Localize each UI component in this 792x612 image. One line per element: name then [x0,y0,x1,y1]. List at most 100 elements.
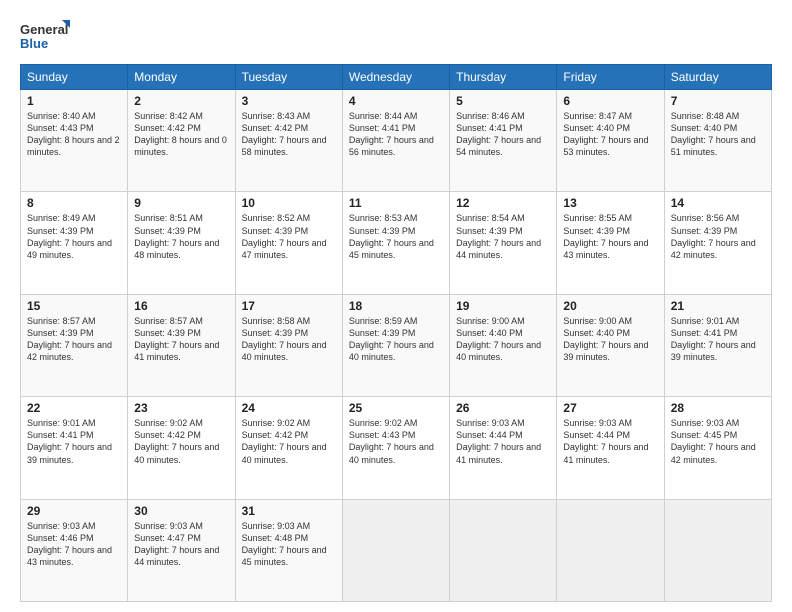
day-number: 10 [242,196,336,210]
day-number: 13 [563,196,657,210]
day-number: 6 [563,94,657,108]
day-info: Sunrise: 8:40 AM Sunset: 4:43 PM Dayligh… [27,110,121,159]
header-sunday: Sunday [21,65,128,90]
day-cell: 27 Sunrise: 9:03 AM Sunset: 4:44 PM Dayl… [557,397,664,499]
day-cell: 4 Sunrise: 8:44 AM Sunset: 4:41 PM Dayli… [342,90,449,192]
week-row-1: 1 Sunrise: 8:40 AM Sunset: 4:43 PM Dayli… [21,90,772,192]
day-number: 17 [242,299,336,313]
header-monday: Monday [128,65,235,90]
week-row-5: 29 Sunrise: 9:03 AM Sunset: 4:46 PM Dayl… [21,499,772,601]
header-tuesday: Tuesday [235,65,342,90]
day-cell: 17 Sunrise: 8:58 AM Sunset: 4:39 PM Dayl… [235,294,342,396]
day-cell: 6 Sunrise: 8:47 AM Sunset: 4:40 PM Dayli… [557,90,664,192]
header-wednesday: Wednesday [342,65,449,90]
day-number: 31 [242,504,336,518]
day-number: 16 [134,299,228,313]
day-info: Sunrise: 9:01 AM Sunset: 4:41 PM Dayligh… [671,315,765,364]
day-info: Sunrise: 9:01 AM Sunset: 4:41 PM Dayligh… [27,417,121,466]
day-cell: 29 Sunrise: 9:03 AM Sunset: 4:46 PM Dayl… [21,499,128,601]
day-cell: 30 Sunrise: 9:03 AM Sunset: 4:47 PM Dayl… [128,499,235,601]
day-info: Sunrise: 9:02 AM Sunset: 4:42 PM Dayligh… [134,417,228,466]
day-number: 26 [456,401,550,415]
day-info: Sunrise: 8:53 AM Sunset: 4:39 PM Dayligh… [349,212,443,261]
calendar-table: SundayMondayTuesdayWednesdayThursdayFrid… [20,64,772,602]
day-info: Sunrise: 9:03 AM Sunset: 4:44 PM Dayligh… [563,417,657,466]
day-info: Sunrise: 8:57 AM Sunset: 4:39 PM Dayligh… [27,315,121,364]
day-number: 8 [27,196,121,210]
week-row-4: 22 Sunrise: 9:01 AM Sunset: 4:41 PM Dayl… [21,397,772,499]
logo-svg: General Blue [20,18,70,54]
day-number: 2 [134,94,228,108]
day-cell: 22 Sunrise: 9:01 AM Sunset: 4:41 PM Dayl… [21,397,128,499]
svg-text:Blue: Blue [20,36,48,51]
day-number: 7 [671,94,765,108]
day-cell: 9 Sunrise: 8:51 AM Sunset: 4:39 PM Dayli… [128,192,235,294]
day-info: Sunrise: 8:51 AM Sunset: 4:39 PM Dayligh… [134,212,228,261]
day-info: Sunrise: 8:42 AM Sunset: 4:42 PM Dayligh… [134,110,228,159]
day-number: 4 [349,94,443,108]
day-info: Sunrise: 8:46 AM Sunset: 4:41 PM Dayligh… [456,110,550,159]
day-cell: 19 Sunrise: 9:00 AM Sunset: 4:40 PM Dayl… [450,294,557,396]
day-number: 20 [563,299,657,313]
day-number: 29 [27,504,121,518]
day-cell: 20 Sunrise: 9:00 AM Sunset: 4:40 PM Dayl… [557,294,664,396]
day-info: Sunrise: 8:49 AM Sunset: 4:39 PM Dayligh… [27,212,121,261]
day-info: Sunrise: 9:02 AM Sunset: 4:42 PM Dayligh… [242,417,336,466]
day-info: Sunrise: 8:47 AM Sunset: 4:40 PM Dayligh… [563,110,657,159]
day-cell: 3 Sunrise: 8:43 AM Sunset: 4:42 PM Dayli… [235,90,342,192]
day-info: Sunrise: 9:03 AM Sunset: 4:46 PM Dayligh… [27,520,121,569]
day-cell: 10 Sunrise: 8:52 AM Sunset: 4:39 PM Dayl… [235,192,342,294]
calendar-header-row: SundayMondayTuesdayWednesdayThursdayFrid… [21,65,772,90]
day-cell: 5 Sunrise: 8:46 AM Sunset: 4:41 PM Dayli… [450,90,557,192]
day-info: Sunrise: 8:57 AM Sunset: 4:39 PM Dayligh… [134,315,228,364]
day-cell: 18 Sunrise: 8:59 AM Sunset: 4:39 PM Dayl… [342,294,449,396]
day-cell: 8 Sunrise: 8:49 AM Sunset: 4:39 PM Dayli… [21,192,128,294]
day-cell: 7 Sunrise: 8:48 AM Sunset: 4:40 PM Dayli… [664,90,771,192]
day-cell: 14 Sunrise: 8:56 AM Sunset: 4:39 PM Dayl… [664,192,771,294]
day-cell: 16 Sunrise: 8:57 AM Sunset: 4:39 PM Dayl… [128,294,235,396]
day-number: 24 [242,401,336,415]
header-friday: Friday [557,65,664,90]
svg-text:General: General [20,22,68,37]
day-number: 27 [563,401,657,415]
day-cell: 15 Sunrise: 8:57 AM Sunset: 4:39 PM Dayl… [21,294,128,396]
day-number: 1 [27,94,121,108]
day-cell: 23 Sunrise: 9:02 AM Sunset: 4:42 PM Dayl… [128,397,235,499]
day-cell: 24 Sunrise: 9:02 AM Sunset: 4:42 PM Dayl… [235,397,342,499]
day-number: 15 [27,299,121,313]
day-cell: 13 Sunrise: 8:55 AM Sunset: 4:39 PM Dayl… [557,192,664,294]
day-number: 21 [671,299,765,313]
day-cell [557,499,664,601]
week-row-3: 15 Sunrise: 8:57 AM Sunset: 4:39 PM Dayl… [21,294,772,396]
day-info: Sunrise: 9:00 AM Sunset: 4:40 PM Dayligh… [456,315,550,364]
header-thursday: Thursday [450,65,557,90]
day-info: Sunrise: 9:03 AM Sunset: 4:44 PM Dayligh… [456,417,550,466]
day-cell [450,499,557,601]
day-number: 11 [349,196,443,210]
page: General Blue SundayMondayTuesdayWednesda… [0,0,792,612]
day-cell: 31 Sunrise: 9:03 AM Sunset: 4:48 PM Dayl… [235,499,342,601]
day-info: Sunrise: 8:43 AM Sunset: 4:42 PM Dayligh… [242,110,336,159]
day-cell: 26 Sunrise: 9:03 AM Sunset: 4:44 PM Dayl… [450,397,557,499]
day-number: 19 [456,299,550,313]
day-cell [342,499,449,601]
day-number: 12 [456,196,550,210]
day-info: Sunrise: 9:02 AM Sunset: 4:43 PM Dayligh… [349,417,443,466]
day-cell: 25 Sunrise: 9:02 AM Sunset: 4:43 PM Dayl… [342,397,449,499]
day-info: Sunrise: 9:00 AM Sunset: 4:40 PM Dayligh… [563,315,657,364]
day-cell: 21 Sunrise: 9:01 AM Sunset: 4:41 PM Dayl… [664,294,771,396]
day-number: 28 [671,401,765,415]
day-info: Sunrise: 9:03 AM Sunset: 4:48 PM Dayligh… [242,520,336,569]
day-number: 14 [671,196,765,210]
header-saturday: Saturday [664,65,771,90]
top-section: General Blue [20,18,772,54]
day-info: Sunrise: 8:48 AM Sunset: 4:40 PM Dayligh… [671,110,765,159]
day-info: Sunrise: 9:03 AM Sunset: 4:47 PM Dayligh… [134,520,228,569]
week-row-2: 8 Sunrise: 8:49 AM Sunset: 4:39 PM Dayli… [21,192,772,294]
day-number: 23 [134,401,228,415]
day-info: Sunrise: 8:52 AM Sunset: 4:39 PM Dayligh… [242,212,336,261]
day-info: Sunrise: 8:54 AM Sunset: 4:39 PM Dayligh… [456,212,550,261]
day-cell [664,499,771,601]
day-number: 25 [349,401,443,415]
day-number: 5 [456,94,550,108]
